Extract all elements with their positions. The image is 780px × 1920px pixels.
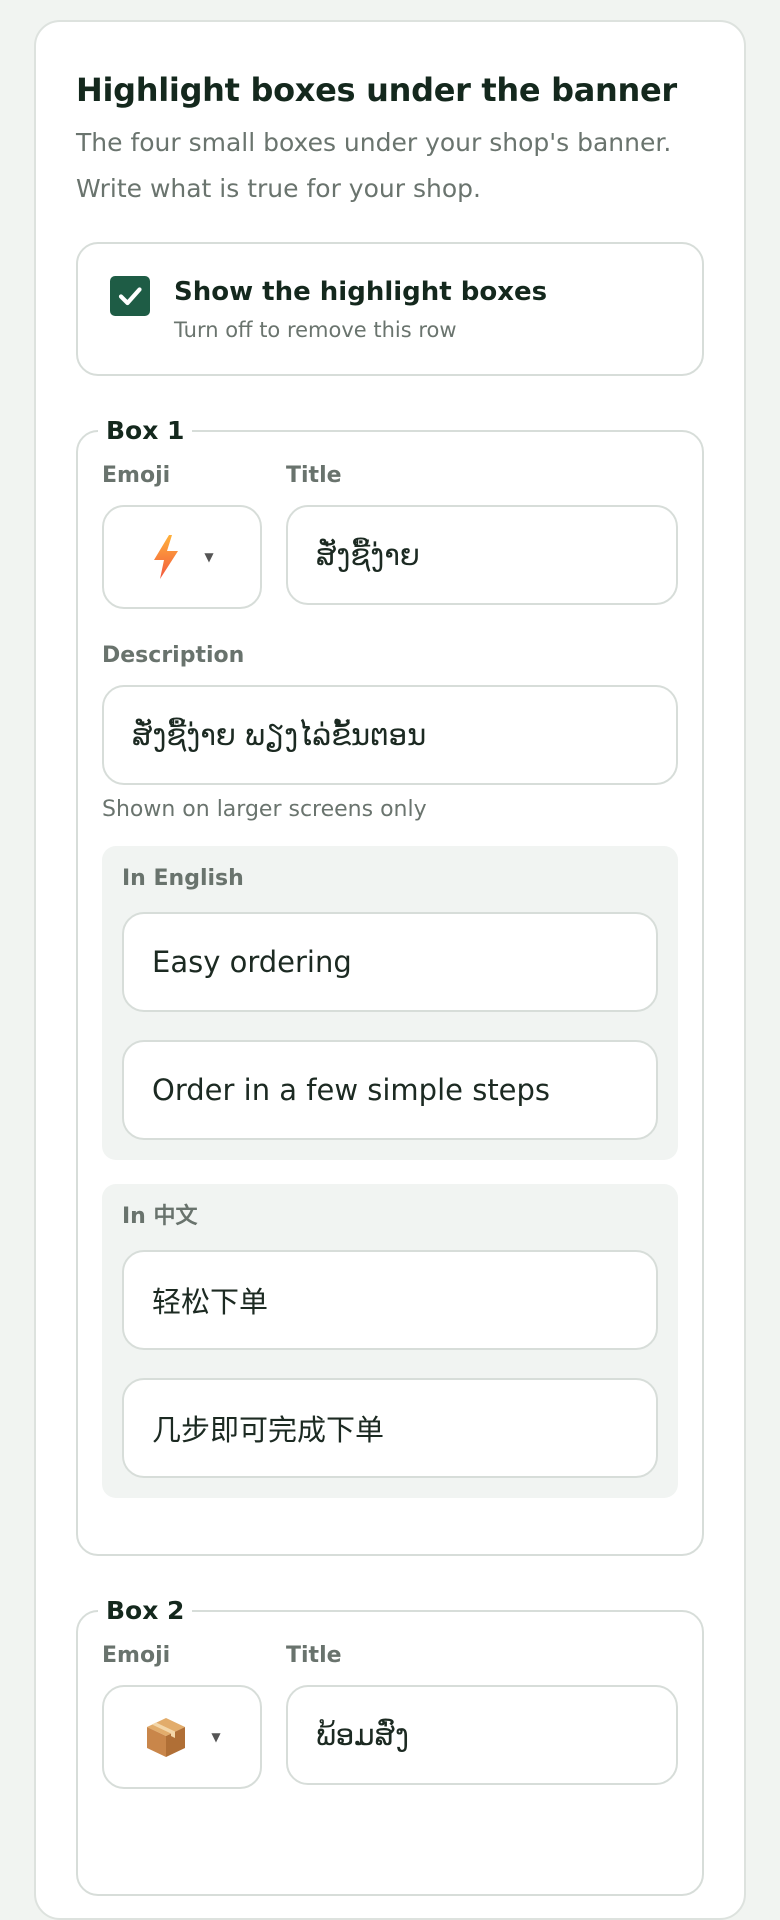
- chinese-title-input[interactable]: 轻松下单: [122, 1250, 658, 1350]
- english-label: In English: [122, 866, 244, 891]
- subtitle-line-2: Write what is true for your shop.: [76, 174, 481, 203]
- chinese-description-input[interactable]: 几步即可完成下单: [122, 1378, 658, 1478]
- section-title: Highlight boxes under the banner: [76, 71, 677, 109]
- title-label: Title: [286, 1643, 342, 1668]
- chinese-translation-panel: In 中文 轻松下单 几步即可完成下单: [102, 1184, 678, 1498]
- show-highlights-toggle[interactable]: Show the highlight boxes Turn off to rem…: [76, 242, 704, 376]
- toggle-label: Show the highlight boxes: [174, 277, 548, 307]
- package-emoji-icon: [147, 1718, 186, 1757]
- checkmark-icon: [118, 287, 142, 306]
- emoji-select[interactable]: ▼: [102, 505, 262, 609]
- english-translation-panel: In English Easy ordering Order in a few …: [102, 846, 678, 1160]
- subtitle-line-1: The four small boxes under your shop's b…: [76, 128, 672, 157]
- toggle-hint: Turn off to remove this row: [174, 318, 457, 342]
- chinese-label: In 中文: [122, 1204, 198, 1229]
- emoji-select[interactable]: ▼: [102, 1685, 262, 1789]
- section-subtitle: The four small boxes under your shop's b…: [76, 120, 704, 212]
- title-input[interactable]: ສັ່ງຊື້ງ່າຍ: [286, 505, 678, 605]
- highlight-box-1: Box 1 Emoji ▼ Title ສັ່ງຊື້ງ່າຍ Descript…: [76, 416, 704, 1556]
- emoji-label: Emoji: [102, 463, 171, 488]
- chevron-down-icon: ▼: [204, 550, 214, 564]
- highlight-box-2: Box 2 Emoji ▼ Title ພ້ອມສົ່ງ: [76, 1596, 704, 1896]
- box-legend: Box 2: [106, 1596, 185, 1625]
- lightning-emoji-icon: [154, 535, 179, 579]
- english-description-input[interactable]: Order in a few simple steps: [122, 1040, 658, 1140]
- description-input[interactable]: ສັ່ງຊື້ງ່າຍ ພຽງໄລ່ຂັ້ນຕອນ: [102, 685, 678, 785]
- title-label: Title: [286, 463, 342, 488]
- emoji-label: Emoji: [102, 1643, 171, 1668]
- chevron-down-icon: ▼: [211, 1730, 221, 1744]
- description-label: Description: [102, 643, 245, 668]
- description-hint: Shown on larger screens only: [102, 797, 427, 822]
- english-title-input[interactable]: Easy ordering: [122, 912, 658, 1012]
- highlight-boxes-card: Highlight boxes under the banner The fou…: [34, 20, 746, 1920]
- box-legend: Box 1: [106, 416, 185, 445]
- show-highlights-checkbox[interactable]: [110, 276, 150, 316]
- title-input[interactable]: ພ້ອມສົ່ງ: [286, 1685, 678, 1785]
